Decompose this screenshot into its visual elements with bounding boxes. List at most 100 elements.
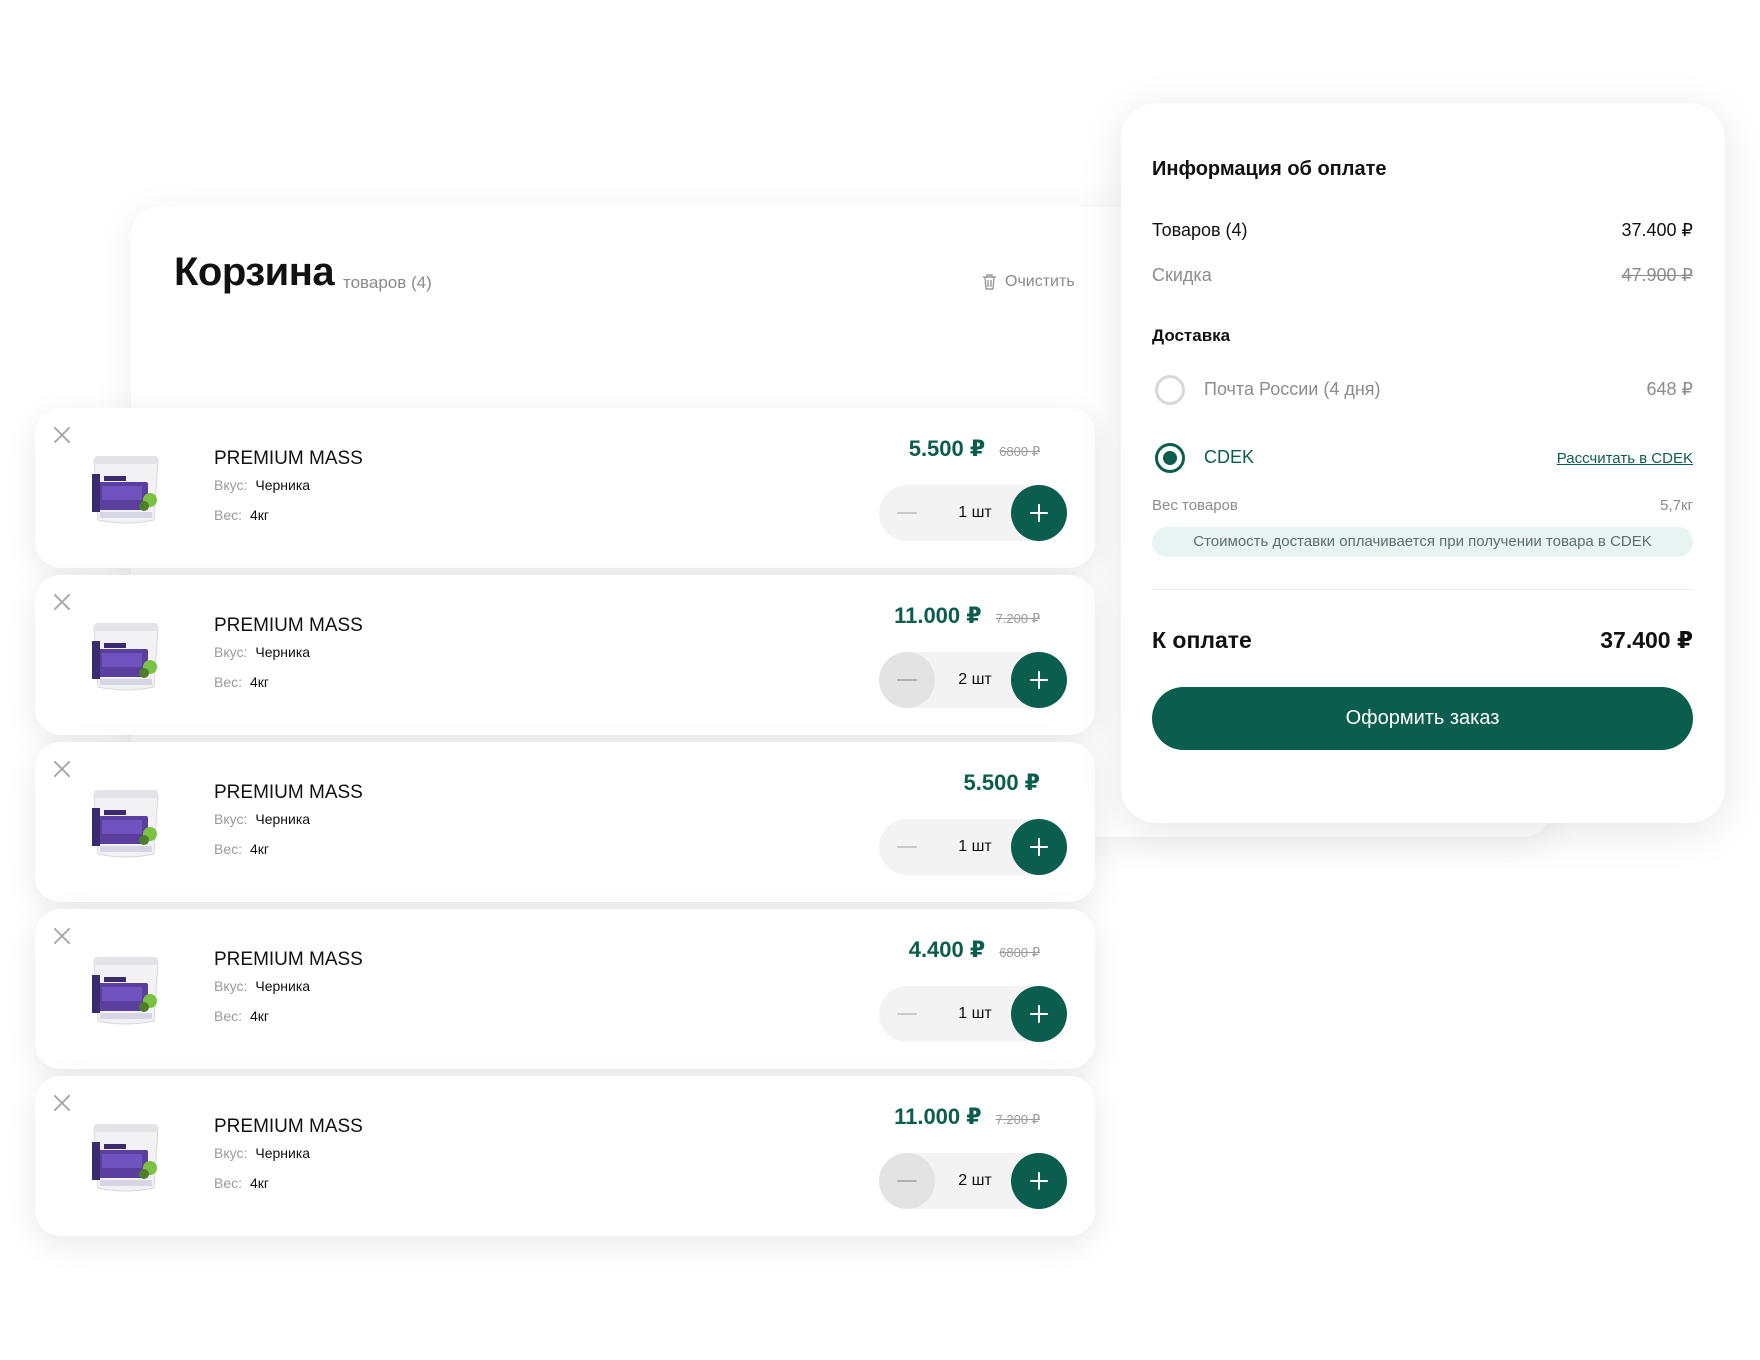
product-weight: Вес: 4кг	[214, 674, 269, 690]
page-title: Корзина	[174, 250, 335, 294]
product-weight: Вес: 4кг	[214, 507, 269, 523]
product-price: 5.500 ₽	[908, 436, 986, 461]
minus-icon[interactable]	[879, 1153, 935, 1209]
flavor-label: Вкус:	[214, 644, 248, 660]
clear-cart-button[interactable]: Очистить	[982, 273, 1075, 291]
radio-checked-icon[interactable]	[1155, 443, 1185, 473]
goods-weight-label: Вес товаров	[1152, 497, 1238, 514]
product-old-price: 6800 ₽	[999, 945, 1040, 960]
weight-value: 4кг	[250, 1008, 270, 1024]
plus-icon[interactable]	[1011, 1153, 1067, 1209]
flavor-value: Черника	[255, 644, 311, 660]
product-image	[92, 623, 159, 691]
weight-label: Вес:	[214, 1008, 243, 1024]
flavor-value: Черника	[255, 477, 311, 493]
product-name: PREMIUM MASS	[214, 1116, 363, 1137]
product-flavor: Вкус: Черника	[214, 644, 310, 660]
price-block: 11.000 ₽ 7.200 ₽	[894, 1104, 1040, 1130]
plus-icon[interactable]	[1011, 986, 1067, 1042]
cart-page: Корзина товаров (4) Очистить PREMIUM MAS…	[0, 0, 1760, 1360]
price-block: 5.500 ₽ 6800 ₽	[909, 436, 1040, 462]
product-image	[92, 1124, 159, 1192]
weight-label: Вес:	[214, 507, 243, 523]
product-image	[92, 957, 159, 1025]
weight-value: 4кг	[250, 674, 270, 690]
delivery-title: Доставка	[1152, 326, 1231, 345]
goods-total-value: 37.400 ₽	[1621, 220, 1693, 240]
quantity-stepper: 2 шт	[879, 1153, 1067, 1209]
quantity-value: 1 шт	[958, 838, 992, 855]
product-old-price: 7.200 ₽	[995, 1112, 1040, 1127]
weight-label: Вес:	[214, 1175, 243, 1191]
calculate-cdek-link[interactable]: Рассчитать в CDEK	[1557, 450, 1693, 467]
minus-icon[interactable]	[879, 652, 935, 708]
quantity-value: 1 шт	[958, 1005, 992, 1022]
product-weight: Вес: 4кг	[214, 1008, 269, 1024]
goods-count-label: Товаров (4)	[1152, 220, 1248, 240]
price-block: 5.500 ₽	[964, 770, 1040, 796]
price-block: 4.400 ₽ 6800 ₽	[909, 937, 1040, 963]
delivery-option-post-price: 648 ₽	[1646, 379, 1694, 399]
payment-title: Информация об оплате	[1152, 158, 1387, 180]
cart-item: PREMIUM MASS Вкус: Черника Вес: 4кг 5.500 …	[35, 408, 1095, 568]
trash-icon	[983, 274, 996, 290]
product-old-price: 6800 ₽	[999, 444, 1040, 459]
weight-value: 4кг	[250, 507, 270, 523]
quantity-stepper: 1 шт	[879, 819, 1067, 875]
quantity-value: 2 шт	[958, 1172, 992, 1189]
product-flavor: Вкус: Черника	[214, 1145, 310, 1161]
delivery-option-post[interactable]	[1155, 375, 1185, 405]
product-weight: Вес: 4кг	[214, 1175, 269, 1191]
close-icon[interactable]	[51, 1092, 73, 1114]
product-name: PREMIUM MASS	[214, 949, 363, 970]
product-flavor: Вкус: Черника	[214, 477, 310, 493]
weight-label: Вес:	[214, 674, 243, 690]
product-price: 5.500 ₽	[963, 770, 1040, 795]
product-flavor: Вкус: Черника	[214, 811, 310, 827]
product-name: PREMIUM MASS	[214, 448, 363, 469]
product-name: PREMIUM MASS	[214, 615, 363, 636]
close-icon[interactable]	[51, 925, 73, 947]
delivery-option-cdek-label[interactable]: CDEK	[1204, 447, 1254, 468]
cart-item: PREMIUM MASS Вкус: Черника Вес: 4кг 11.000…	[35, 1076, 1095, 1236]
minus-icon[interactable]	[879, 485, 935, 541]
product-image	[92, 456, 159, 524]
goods-weight-value: 5,7кг	[1660, 497, 1693, 514]
product-price: 4.400 ₽	[908, 937, 986, 962]
quantity-stepper: 2 шт	[879, 652, 1067, 708]
product-name: PREMIUM MASS	[214, 782, 363, 803]
plus-icon[interactable]	[1011, 819, 1067, 875]
weight-label: Вес:	[214, 841, 243, 857]
product-price: 11.000 ₽	[894, 603, 982, 628]
price-block: 11.000 ₽ 7.200 ₽	[894, 603, 1040, 629]
product-image	[92, 790, 159, 858]
cart-item: PREMIUM MASS Вкус: Черника Вес: 4кг 11.000…	[35, 575, 1095, 735]
quantity-value: 2 шт	[958, 671, 992, 688]
clear-cart-label: Очистить	[1005, 273, 1075, 290]
total-value: 37.400 ₽	[1600, 627, 1693, 653]
delivery-option-cdek[interactable]	[1155, 443, 1185, 473]
cart-item: PREMIUM MASS Вкус: Черника Вес: 4кг 4.400 …	[35, 909, 1095, 1069]
flavor-value: Черника	[255, 978, 311, 994]
quantity-stepper: 1 шт	[879, 986, 1067, 1042]
flavor-value: Черника	[255, 1145, 311, 1161]
product-weight: Вес: 4кг	[214, 841, 269, 857]
product-flavor: Вкус: Черника	[214, 978, 310, 994]
product-old-price: 7.200 ₽	[995, 611, 1040, 626]
radio-icon[interactable]	[1155, 375, 1185, 405]
weight-value: 4кг	[250, 1175, 270, 1191]
plus-icon[interactable]	[1011, 652, 1067, 708]
discount-label: Скидка	[1152, 265, 1212, 285]
place-order-button[interactable]: Оформить заказ	[1152, 687, 1693, 750]
delivery-option-post-label[interactable]: Почта России (4 дня)	[1204, 379, 1381, 400]
close-icon[interactable]	[51, 591, 73, 613]
flavor-label: Вкус:	[214, 477, 248, 493]
discount-value: 47.900 ₽	[1621, 265, 1693, 285]
flavor-value: Черника	[255, 811, 311, 827]
close-icon[interactable]	[51, 758, 73, 780]
flavor-label: Вкус:	[214, 1145, 248, 1161]
close-icon[interactable]	[51, 424, 73, 446]
plus-icon[interactable]	[1011, 485, 1067, 541]
minus-icon[interactable]	[879, 986, 935, 1042]
minus-icon[interactable]	[879, 819, 935, 875]
